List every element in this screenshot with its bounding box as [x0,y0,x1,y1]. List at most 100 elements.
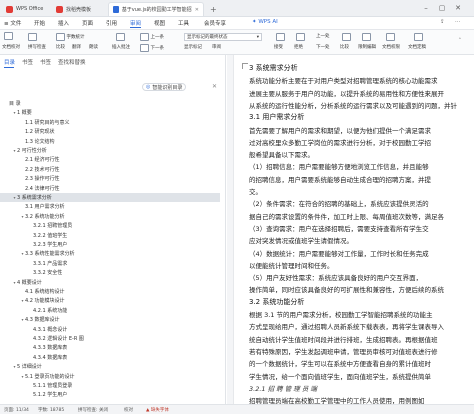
read-aloud-button[interactable]: 朗读 [89,44,98,50]
toc-item[interactable]: 4.3.1 概念设计 [0,325,220,334]
toc-item-label: 4.3.1 概念设计 [33,326,68,333]
review-pane-button[interactable]: 审阅 [212,44,221,50]
word-count-button[interactable]: 字数统计 [56,33,85,41]
tab-document[interactable]: 基于vue.js的校园勤工学智能招聘系统 ✕ [108,2,204,16]
toc-item[interactable]: ▾ 3 系统需求分析 [0,193,220,202]
restrict-edit-button[interactable]: 限制编辑 [358,44,376,50]
tab-bookmarks-2[interactable]: 书签 [40,58,51,66]
missing-font-warning[interactable]: ▲ 缺失字体 [146,407,169,413]
markup-display-select[interactable]: 显示标记的最终状态 ▾ [184,33,262,41]
toc-item[interactable]: 3.3.2 安全性 [0,268,220,277]
plus-icon: + [210,4,217,14]
toc-item[interactable]: ▾ 4.2 功能模块设计 [0,296,220,305]
toc-item[interactable]: 3.1 用户需求分析 [0,202,220,211]
document-icon [113,6,119,13]
toc-item[interactable]: 3.2.3 学生用户 [0,240,220,249]
toc-item[interactable]: 3.2.2 值班学生 [0,231,220,240]
compare-button[interactable]: 比较 [56,44,65,50]
close-button[interactable]: ✕ [452,3,464,13]
share-icon[interactable]: ⇪ [440,19,445,28]
insert-comment-icon [116,33,125,41]
page-indicator[interactable]: 页面: 11/34 [4,407,29,413]
new-tab-button[interactable]: + [206,2,218,16]
toc-item[interactable]: 1.2 研究现状 [0,127,220,136]
compare-doc-button[interactable]: 比较 [340,44,349,50]
toc-item[interactable]: 4.3.4 数据库表 [0,353,220,362]
doc-check-button[interactable] [4,32,13,40]
paragraph-line: 交。 [249,188,262,196]
accept-button[interactable]: 接受 [274,44,283,50]
toc-item[interactable]: 目 录 [0,99,220,108]
paragraph-line: 学生情况，给一个面向值班学生，面向值班学生，系统提供简单 [249,372,431,381]
word-count-label: 字数统计 [66,35,85,40]
toc-item[interactable]: ▾ 3.3 系统性能需求分析 [0,249,220,258]
wps-ai-button[interactable]: ✦ WPS AI [252,19,278,28]
minimize-button[interactable]: – [420,3,432,13]
more-icon[interactable]: ⋯ [455,19,461,28]
toc-item[interactable]: 1.1 研究目的与意义 [0,118,220,127]
toc-item-label: 3.2 系统功能分析 [25,213,65,220]
toc-item[interactable]: 4.3.2 逻辑设计 E-R 图 [0,334,220,343]
tab-label: WPS Office [16,6,44,12]
toc-item[interactable]: 3.2.1 招聘管理员 [0,221,220,230]
tab-template[interactable]: 找稻壳模板 [52,2,104,16]
toc-item[interactable]: 5.1.2 学生用户 [0,390,220,399]
menu-tools[interactable]: 工具 [178,19,189,28]
wps-ai-label: WPS AI [258,19,278,25]
toc-item[interactable]: ▾ 3.2 系统功能分析 [0,212,220,221]
next-comment-button[interactable]: 下一条 [140,44,164,52]
tab-find-replace[interactable]: 查找和替换 [58,58,86,66]
menu-reference[interactable]: 引用 [106,19,117,28]
spell-check-status[interactable]: 拼写检查: 关闭 [78,407,108,413]
tab-bookmarks[interactable]: 书签 [22,58,33,66]
toc-item[interactable]: ▾ 4 概要设计 [0,278,220,287]
toc-item[interactable]: ▾ 4.3 数据库设计 [0,315,220,324]
template-icon [56,5,63,13]
menu-home[interactable]: 开始 [34,19,45,28]
close-tab-icon[interactable]: ✕ [195,7,199,13]
paragraph-line: 3.2.1 招 聘 管 理 员 端 [249,384,317,393]
paragraph-line: （3）查询需求：用户在选择招聘后，需要支持查看所有学生交 [249,224,429,233]
toc-item[interactable]: ▾ 5 详细设计 [0,362,220,371]
toc-item[interactable]: 5.1.1 管理员登录 [0,381,220,390]
file-menu[interactable]: ≡ 文件 [4,19,21,28]
show-markup-button[interactable]: 显示标记 [184,44,202,50]
next-change-button[interactable]: 下一处 [316,44,330,50]
close-pane-icon[interactable]: ✕ [212,83,217,90]
toc-item[interactable]: 2.2 技术可行性 [0,165,220,174]
tab-wps-office[interactable]: WPS Office [2,2,48,16]
toc-item-label: 2 可行性分析 [17,148,47,154]
document-area[interactable]: 3 系统需求分析 系统功能分析主要在于对用户类型对招聘管理系统的核心功能需求 进展… [227,55,474,404]
toc-item[interactable]: 2.3 操作可行性 [0,174,220,183]
insert-comment-button[interactable]: 插入批注 [112,44,130,50]
toc-item[interactable]: 3.3.1 产品需求 [0,259,220,268]
toc-item[interactable]: ▾ 1 概要 [0,108,220,117]
toc-item[interactable]: ▾ 5.1 登录页功能的设计 [0,372,220,381]
toc-item[interactable]: 2.1 经济可行性 [0,155,220,164]
prev-change-button[interactable]: 上一处 [316,33,330,39]
toc-item[interactable]: 4.2.1 系统功能 [0,306,220,315]
translate-button[interactable]: 翻译 [72,44,81,50]
word-count[interactable]: 字数: 18785 [38,407,64,413]
menu-insert[interactable]: 插入 [58,19,69,28]
doc-finalize-button[interactable]: 文档定稿 [408,44,426,50]
spell-check-button[interactable]: 拼写检查 [28,44,46,50]
menu-member[interactable]: 会员专享 [204,19,226,28]
toc-item[interactable]: 4.1 系统结构设计 [0,287,220,296]
ribbon-collapse-icon[interactable]: ⌃ [458,38,462,43]
toc-item[interactable]: 1.3 论文结构 [0,137,220,146]
smart-toc-button[interactable]: ◎ 智能识别目录 [142,83,187,91]
menu-page[interactable]: 页面 [82,19,93,28]
tab-toc[interactable]: 目录 [4,58,15,66]
doc-rights-button[interactable]: 文档权限 [382,44,400,50]
menu-view[interactable]: 视图 [154,19,165,28]
prev-comment-button[interactable]: 上一条 [140,33,164,41]
reject-button[interactable]: 拒绝 [294,44,303,50]
menu-review[interactable]: 审阅 [130,19,142,28]
spell-icon [28,33,37,41]
toc-item[interactable]: 2.4 法律可行性 [0,184,220,193]
proof-status[interactable]: 校对 [124,407,133,413]
maximize-button[interactable]: ▢ [436,3,448,13]
toc-item[interactable]: ▾ 2 可行性分析 [0,146,220,155]
toc-item[interactable]: 4.3.3 数据库表 [0,343,220,352]
